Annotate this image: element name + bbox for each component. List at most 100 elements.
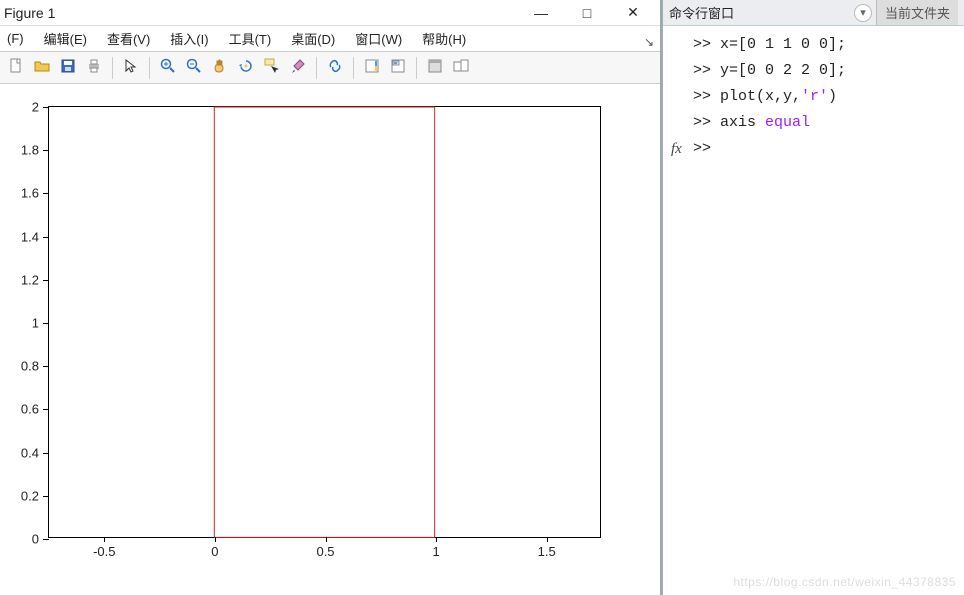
x-tick bbox=[104, 537, 105, 542]
command-line: >> axis equal bbox=[693, 110, 954, 136]
code-token: y=[0 0 2 2 0]; bbox=[720, 62, 846, 79]
x-tick-label: -0.5 bbox=[93, 544, 115, 559]
x-tick-label: 1.5 bbox=[538, 544, 556, 559]
link-button[interactable] bbox=[323, 56, 347, 80]
command-line: fx>> bbox=[693, 136, 954, 162]
code-token: plot(x,y, bbox=[720, 88, 801, 105]
y-tick bbox=[43, 280, 49, 281]
code-token: axis bbox=[720, 114, 765, 131]
dock-button[interactable] bbox=[449, 56, 473, 80]
x-tick-label: 0 bbox=[211, 544, 218, 559]
new-button[interactable] bbox=[4, 56, 28, 80]
y-tick bbox=[43, 409, 49, 410]
y-tick bbox=[43, 453, 49, 454]
pointer-button[interactable] bbox=[119, 56, 143, 80]
colorbar-button[interactable] bbox=[360, 56, 384, 80]
toolbar-separator bbox=[416, 57, 417, 79]
minimize-button[interactable]: — bbox=[518, 1, 564, 25]
save-button[interactable] bbox=[56, 56, 80, 80]
maximize-button[interactable]: □ bbox=[564, 1, 610, 25]
y-tick bbox=[43, 496, 49, 497]
command-line: >> plot(x,y,'r') bbox=[693, 84, 954, 110]
data-cursor-icon bbox=[264, 58, 280, 77]
menu-bar: (F) 编辑(E) 查看(V) 插入(I) 工具(T) 桌面(D) 窗口(W) 帮助(H) ↘ bbox=[0, 26, 660, 52]
save-icon bbox=[60, 58, 76, 77]
other-tab[interactable]: 当前文件夹 bbox=[876, 0, 958, 25]
pan-button[interactable] bbox=[208, 56, 232, 80]
title-bar: Figure 1 — □ ✕ bbox=[0, 0, 660, 26]
x-tick bbox=[547, 537, 548, 542]
menu-edit[interactable]: 编辑(E) bbox=[41, 27, 90, 50]
brush-icon bbox=[290, 58, 306, 77]
toolbar-separator bbox=[112, 57, 113, 79]
y-tick-label: 1.8 bbox=[21, 143, 39, 158]
axes[interactable]: -0.500.511.500.20.40.60.811.21.41.61.82 bbox=[48, 106, 601, 538]
y-tick-label: 0.8 bbox=[21, 359, 39, 374]
legend-button[interactable] bbox=[386, 56, 410, 80]
legend-icon bbox=[390, 58, 406, 77]
code-token: equal bbox=[765, 114, 810, 131]
new-icon bbox=[8, 58, 24, 77]
figure-window: Figure 1 — □ ✕ (F) 编辑(E) 查看(V) 插入(I) 工具(T) 桌面… bbox=[0, 0, 662, 595]
print-icon bbox=[86, 58, 102, 77]
fx-icon: fx bbox=[671, 136, 682, 162]
y-tick-label: 1.2 bbox=[21, 272, 39, 287]
y-tick bbox=[43, 237, 49, 238]
code-token: 'r' bbox=[801, 88, 828, 105]
zoom-out-icon bbox=[186, 58, 202, 77]
print-button[interactable] bbox=[82, 56, 106, 80]
line-plot bbox=[49, 107, 600, 537]
prompt: >> bbox=[693, 114, 720, 131]
menu-insert[interactable]: 插入(I) bbox=[167, 27, 211, 50]
menu-file[interactable]: (F) bbox=[4, 29, 27, 48]
menu-window[interactable]: 窗口(W) bbox=[352, 27, 405, 50]
rotate-button[interactable] bbox=[234, 56, 258, 80]
window-title: Figure 1 bbox=[4, 5, 518, 21]
y-tick-label: 0.4 bbox=[21, 445, 39, 460]
x-tick-label: 0.5 bbox=[316, 544, 334, 559]
y-tick-label: 1.4 bbox=[21, 229, 39, 244]
command-window[interactable]: >> x=[0 1 1 0 0];>> y=[0 0 2 2 0];>> plo… bbox=[663, 26, 964, 595]
prompt: >> bbox=[693, 140, 720, 157]
prompt: >> bbox=[693, 88, 720, 105]
plot-area: -0.500.511.500.20.40.60.811.21.41.61.82 bbox=[0, 84, 660, 595]
panel-title: 命令行窗口 bbox=[669, 3, 850, 22]
y-tick bbox=[43, 323, 49, 324]
dock-arrow-icon[interactable]: ↘ bbox=[644, 35, 654, 49]
dock-icon bbox=[453, 58, 469, 77]
data-cursor-button[interactable] bbox=[260, 56, 284, 80]
pointer-icon bbox=[123, 58, 139, 77]
figure-toolbar bbox=[0, 52, 660, 84]
menu-tools[interactable]: 工具(T) bbox=[226, 27, 275, 50]
brush-button[interactable] bbox=[286, 56, 310, 80]
y-tick-label: 1.6 bbox=[21, 186, 39, 201]
x-tick bbox=[326, 537, 327, 542]
y-tick bbox=[43, 193, 49, 194]
x-tick bbox=[215, 537, 216, 542]
close-button[interactable]: ✕ bbox=[610, 1, 656, 25]
toolbar-separator bbox=[149, 57, 150, 79]
open-button[interactable] bbox=[30, 56, 54, 80]
menu-view[interactable]: 查看(V) bbox=[104, 27, 153, 50]
y-tick-label: 2 bbox=[32, 100, 39, 115]
zoom-out-button[interactable] bbox=[182, 56, 206, 80]
command-line: >> y=[0 0 2 2 0]; bbox=[693, 58, 954, 84]
code-token: x=[0 1 1 0 0]; bbox=[720, 36, 846, 53]
command-line: >> x=[0 1 1 0 0]; bbox=[693, 32, 954, 58]
panel-header: 命令行窗口 ▾ 当前文件夹 bbox=[663, 0, 964, 26]
rotate-icon bbox=[238, 58, 254, 77]
x-tick-label: 1 bbox=[432, 544, 439, 559]
panel-minimize-icon[interactable]: ▾ bbox=[854, 4, 872, 22]
y-tick bbox=[43, 539, 49, 540]
y-tick-label: 0.6 bbox=[21, 402, 39, 417]
hide-tools-button[interactable] bbox=[423, 56, 447, 80]
watermark-text: https://blog.csdn.net/weixin_44378835 bbox=[733, 575, 956, 589]
command-window-panel: 命令行窗口 ▾ 当前文件夹 >> x=[0 1 1 0 0];>> y=[0 0… bbox=[662, 0, 964, 595]
menu-desktop[interactable]: 桌面(D) bbox=[288, 27, 338, 50]
hide-tools-icon bbox=[427, 58, 443, 77]
y-tick bbox=[43, 150, 49, 151]
toolbar-separator bbox=[316, 57, 317, 79]
y-tick-label: 0 bbox=[32, 532, 39, 547]
menu-help[interactable]: 帮助(H) bbox=[419, 27, 469, 50]
zoom-in-button[interactable] bbox=[156, 56, 180, 80]
